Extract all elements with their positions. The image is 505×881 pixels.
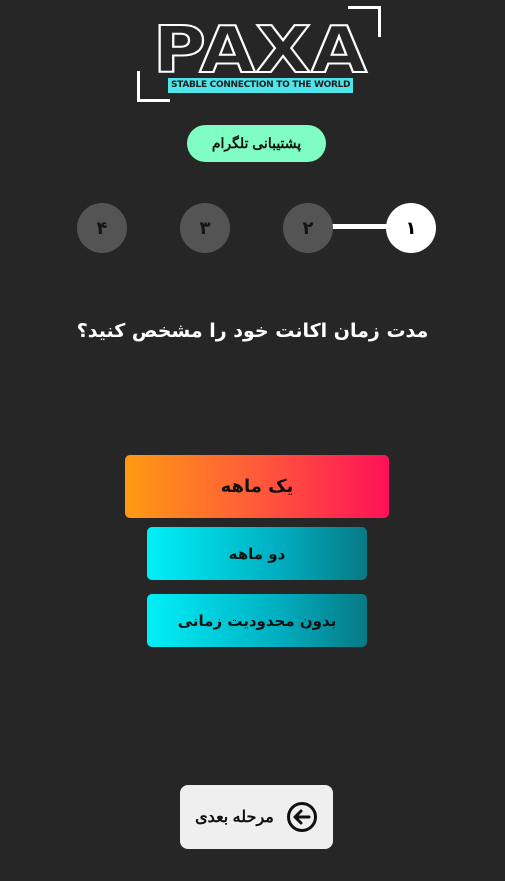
next-step-label: مرحله بعدی <box>195 809 274 826</box>
step-1: ۱ <box>386 203 436 253</box>
logo-tagline: STABLE CONNECTION TO THE WORLD <box>168 78 354 93</box>
step-4: ۴ <box>77 203 127 253</box>
arrow-left-circle-icon <box>286 802 317 832</box>
telegram-support-button[interactable]: پشتیبانی تلگرام <box>187 125 326 162</box>
stepper-progress-line <box>332 224 392 229</box>
step-3: ۳ <box>180 203 230 253</box>
option-two-months[interactable]: دو ماهه <box>147 527 367 580</box>
brand-logo: PAXA PAXA STABLE CONNECTION TO THE WORLD <box>137 6 381 102</box>
page-question: مدت زمان اکانت خود را مشخص کنید؟ <box>76 320 429 342</box>
option-unlimited[interactable]: بدون محدودیت زمانی <box>147 594 367 647</box>
option-one-month[interactable]: یک ماهه <box>125 455 389 518</box>
wordmark-inner-lines: PAXA <box>153 14 368 78</box>
next-step-button[interactable]: مرحله بعدی <box>180 785 333 849</box>
step-2: ۲ <box>283 203 333 253</box>
paxa-wordmark: PAXA PAXA <box>152 14 369 78</box>
